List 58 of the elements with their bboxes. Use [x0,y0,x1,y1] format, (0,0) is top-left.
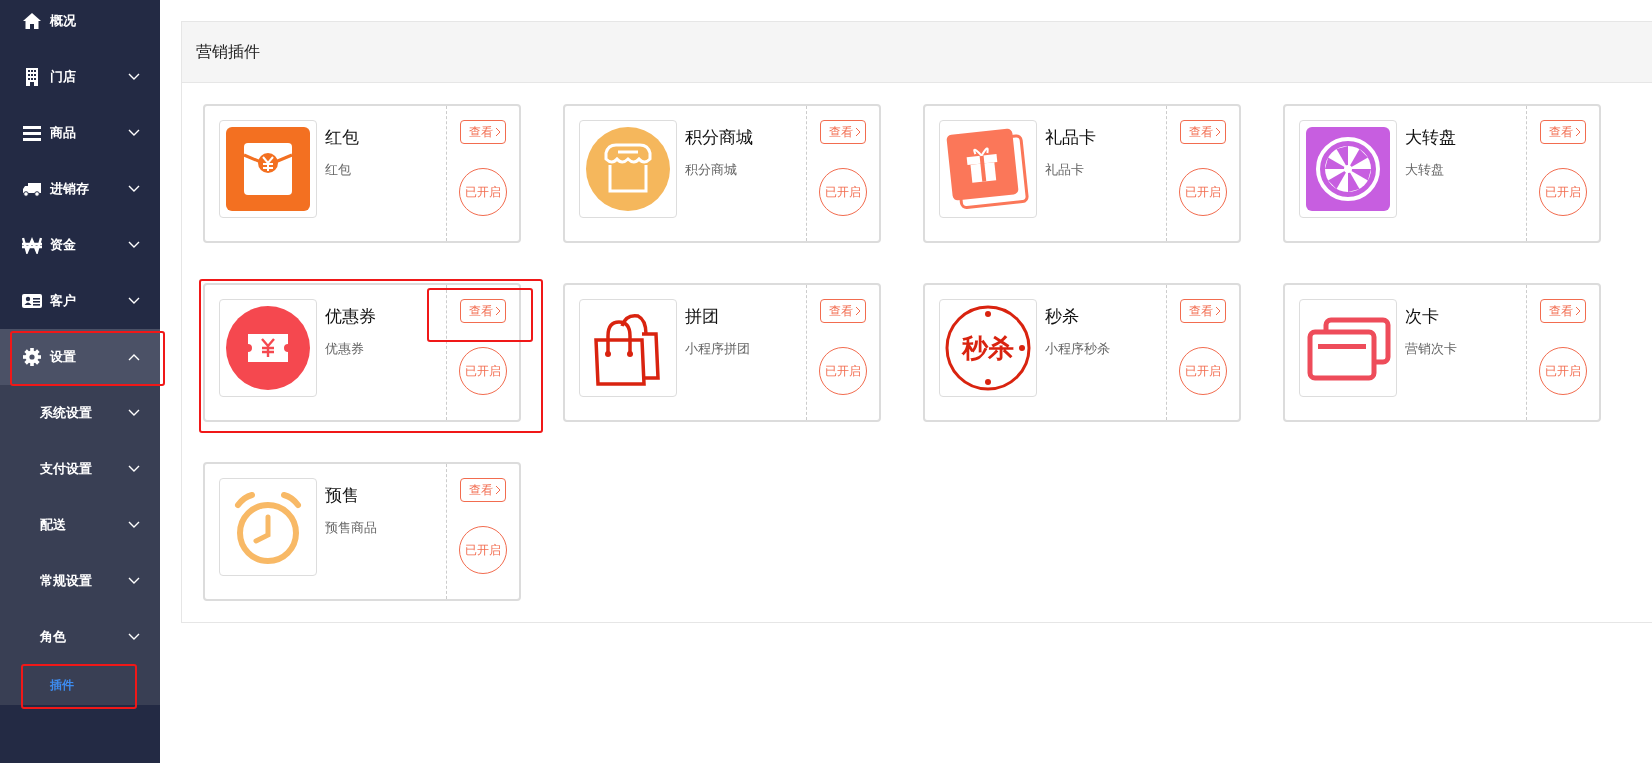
truck-icon [22,180,42,198]
plugin-description: 红包 [325,161,352,179]
plugin-description: 小程序秒杀 [1045,340,1110,358]
chevron-right-icon [495,485,501,495]
nav-item[interactable]: 支付设置 [0,441,160,497]
chevron-icon [128,297,140,305]
plugin-title: 积分商城 [685,126,753,149]
nav-item[interactable]: 概况 [0,0,160,49]
chevron-icon [128,577,140,585]
plugin-title: 预售 [325,484,360,507]
nav-item[interactable]: 系统设置 [0,385,160,441]
plugin-title: 优惠券 [325,305,376,328]
plugin-title: 次卡 [1405,305,1440,328]
plugin-description: 优惠券 [325,340,365,358]
id-card-icon [22,292,42,310]
chevron-icon [128,353,140,361]
panel-title: 营销插件 [196,41,260,63]
plugin-description: 礼品卡 [1045,161,1085,179]
chevron-icon [128,129,140,137]
plugin-description: 积分商城 [685,161,738,179]
chevron-right-icon [855,306,861,316]
logo-text: 秒杀 [962,333,1014,363]
chevron-icon [128,521,140,529]
nav-item[interactable]: 角色 [0,609,160,665]
nav-item[interactable]: 客户 [0,273,160,329]
nav-item[interactable]: 常规设置 [0,553,160,609]
chevron-icon [128,73,140,81]
chevron-icon [128,241,140,249]
chevron-icon [128,633,140,641]
nav-item[interactable]: 商品 [0,105,160,161]
plugin-title: 拼团 [685,305,720,328]
plugin-description: 大转盘 [1405,161,1445,179]
chevron-right-icon [1575,306,1581,316]
won-sign-icon [22,236,42,254]
chevron-right-icon [855,127,861,137]
plugin-title: 红包 [325,126,359,149]
chevron-right-icon [495,127,501,137]
plugin-description: 预售商品 [325,519,377,537]
plugin-description: 小程序拼团 [685,340,750,358]
nav-item[interactable]: 门店 [0,49,160,105]
gear-icon [22,348,42,366]
dotted-ring-icon [945,305,1031,391]
plugin-title: 礼品卡 [1045,126,1096,149]
chevron-icon [128,465,140,473]
chevron-icon [128,409,140,417]
plugin-description: 营销次卡 [1405,340,1457,358]
home-icon [22,12,42,30]
nav-item[interactable]: 配送 [0,497,160,553]
chevron-right-icon [1575,127,1581,137]
menu-icon [22,124,42,142]
nav-item[interactable]: 资金 [0,217,160,273]
plugin-title: 秒杀 [1045,305,1080,328]
plugin-title: 大转盘 [1405,126,1456,149]
chevron-icon [128,185,140,193]
chevron-right-icon [1215,306,1221,316]
chevron-right-icon [1215,127,1221,137]
chevron-right-icon [495,306,501,316]
nav-item[interactable]: 进销存 [0,161,160,217]
